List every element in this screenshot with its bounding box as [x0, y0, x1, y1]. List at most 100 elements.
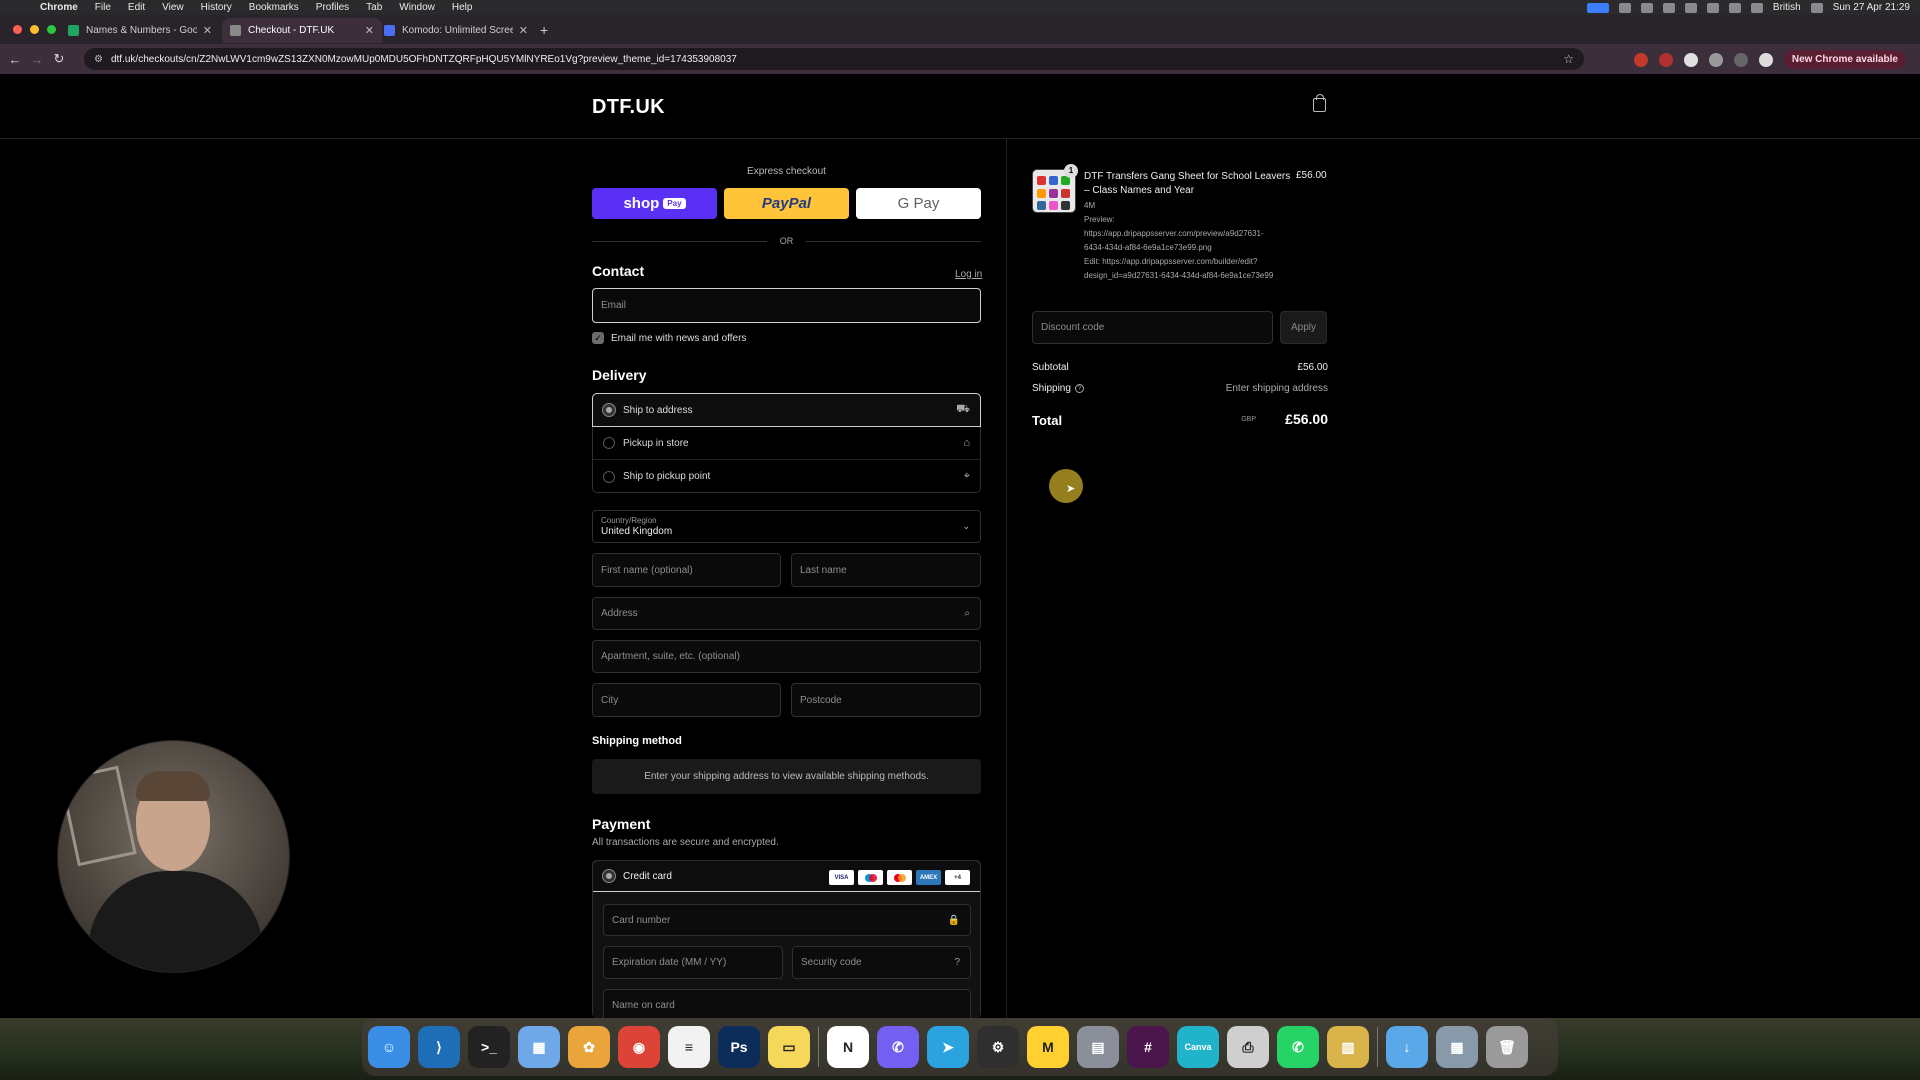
credit-card-option[interactable]: Credit card VISA AMEX +4	[593, 861, 980, 892]
shop-pay-button[interactable]: shop Pay	[592, 188, 717, 219]
minimize-window-icon[interactable]	[30, 25, 39, 34]
google-pay-button[interactable]: G Pay	[856, 188, 981, 219]
site-info-icon[interactable]: ⚙	[94, 54, 103, 65]
radio-unselected[interactable]	[603, 470, 615, 483]
trash-dock-icon[interactable]: 🗑	[1486, 1026, 1528, 1068]
webcam-overlay[interactable]	[57, 740, 290, 973]
last-name-field[interactable]: Last name	[791, 553, 981, 587]
whatsapp-dock-icon[interactable]: ✆	[1277, 1026, 1319, 1068]
telegram-dock-icon[interactable]: ➤	[927, 1026, 969, 1068]
news-checkbox[interactable]: ✓	[592, 332, 604, 344]
tab-checkout[interactable]: Checkout - DTF.UK ✕	[222, 18, 382, 43]
vscode-dock-icon[interactable]: ⟩	[418, 1026, 460, 1068]
menu-bookmarks[interactable]: Bookmarks	[249, 2, 299, 13]
bluetooth-icon[interactable]	[1706, 2, 1719, 13]
address-bar[interactable]: ⚙ dtf.uk/checkouts/cn/Z2NwLWV1cm9wZS13ZX…	[84, 48, 1584, 70]
slack-dock-icon[interactable]: #	[1127, 1026, 1169, 1068]
zoom-window-icon[interactable]	[47, 25, 56, 34]
close-tab-icon[interactable]: ✕	[365, 24, 374, 37]
battery-icon[interactable]	[1750, 2, 1763, 13]
address-field[interactable]: Address ⌕	[592, 597, 981, 630]
postcode-field[interactable]: Postcode	[791, 683, 981, 717]
help-circle-icon[interactable]: ?	[1074, 384, 1084, 393]
photoshop-dock-icon[interactable]: Ps	[718, 1026, 760, 1068]
store-logo[interactable]: DTF.UK	[592, 96, 665, 119]
extension-icon[interactable]	[1633, 52, 1648, 67]
menu-file[interactable]: File	[95, 2, 111, 13]
shopping-bag-icon[interactable]	[1313, 94, 1326, 112]
paypal-button[interactable]: PayPal	[724, 188, 849, 219]
login-link[interactable]: Log in	[955, 269, 982, 280]
menu-edit[interactable]: Edit	[128, 2, 145, 13]
screen-record-icon[interactable]	[1586, 2, 1609, 13]
menu-profiles[interactable]: Profiles	[316, 2, 349, 13]
close-tab-icon[interactable]: ✕	[203, 24, 212, 37]
preview-dock-icon[interactable]: ▤	[1077, 1026, 1119, 1068]
radio-selected[interactable]	[603, 404, 615, 416]
city-field[interactable]: City	[592, 683, 781, 717]
puzzle-icon[interactable]	[1708, 52, 1723, 67]
spotlight-icon[interactable]	[1810, 2, 1823, 13]
menu-extra-icon[interactable]	[1684, 2, 1697, 13]
reload-icon[interactable]: ↻	[48, 51, 70, 67]
apply-discount-button[interactable]: Apply	[1280, 311, 1327, 344]
calendar-app-dock-icon[interactable]: ▦	[518, 1026, 560, 1068]
tab-komodo[interactable]: Komodo: Unlimited Screen Re ✕	[376, 18, 536, 43]
menubar-clock[interactable]: Sun 27 Apr 21:29	[1833, 2, 1910, 13]
menu-tab[interactable]: Tab	[366, 2, 382, 13]
bookmark-star-icon[interactable]: ☆	[1563, 52, 1574, 66]
card-number-field[interactable]: Card number 🔒	[603, 904, 971, 936]
photos-dock-icon[interactable]: ✿	[568, 1026, 610, 1068]
menu-history[interactable]: History	[201, 2, 232, 13]
country-select[interactable]: Country/Region United Kingdom ⌄	[592, 510, 981, 543]
expiry-field[interactable]: Expiration date (MM / YY)	[603, 946, 783, 979]
chrome-dock-icon[interactable]: ◉	[618, 1026, 660, 1068]
tab-names-numbers[interactable]: Names & Numbers - Google S ✕	[60, 18, 220, 43]
extension-icon[interactable]	[1683, 52, 1698, 67]
downloads-folder-dock-icon[interactable]: ↓	[1386, 1026, 1428, 1068]
cloud-icon[interactable]	[1618, 2, 1631, 13]
profile-avatar-icon[interactable]	[1758, 52, 1773, 67]
new-chrome-button[interactable]: New Chrome available	[1783, 50, 1906, 69]
viber-dock-icon[interactable]: ✆	[877, 1026, 919, 1068]
apartment-field[interactable]: Apartment, suite, etc. (optional)	[592, 640, 981, 673]
input-source[interactable]: British	[1773, 2, 1801, 13]
ship-to-address-option[interactable]: Ship to address ⛟	[592, 393, 981, 427]
printer-dock-icon[interactable]: ⎙	[1227, 1026, 1269, 1068]
new-tab-icon[interactable]: +	[540, 22, 548, 38]
wifi-icon[interactable]	[1728, 2, 1741, 13]
ship-to-pickup-point-option[interactable]: Ship to pickup point ⌖	[593, 460, 980, 493]
security-code-field[interactable]: Security code ?	[792, 946, 971, 979]
radio-unselected[interactable]	[603, 437, 615, 449]
media-icon[interactable]	[1733, 52, 1748, 67]
forward-icon[interactable]: →	[26, 52, 48, 67]
miro-dock-icon[interactable]: M	[1027, 1026, 1069, 1068]
reminders-dock-icon[interactable]: ≡	[668, 1026, 710, 1068]
first-name-field[interactable]: First name (optional)	[592, 553, 781, 587]
dropbox-icon[interactable]	[1640, 2, 1653, 13]
screenshots-stack-dock-icon[interactable]: ▦	[1436, 1026, 1478, 1068]
news-offers-row[interactable]: ✓ Email me with news and offers	[592, 332, 746, 344]
close-tab-icon[interactable]: ✕	[519, 24, 528, 37]
canva-dock-icon[interactable]: Canva	[1177, 1026, 1219, 1068]
menu-chrome[interactable]: Chrome	[40, 2, 78, 13]
chatgpt-dock-icon[interactable]: ⚙	[977, 1026, 1019, 1068]
extension-icon[interactable]	[1658, 52, 1673, 67]
email-field[interactable]: Email	[592, 288, 981, 323]
radio-selected[interactable]	[603, 870, 615, 882]
menu-window[interactable]: Window	[399, 2, 435, 13]
back-icon[interactable]: ←	[4, 52, 26, 67]
notes-dock-icon[interactable]: ▭	[768, 1026, 810, 1068]
notion-dock-icon[interactable]: N	[827, 1026, 869, 1068]
pickup-in-store-option[interactable]: Pickup in store ⌂	[593, 427, 980, 460]
menu-help[interactable]: Help	[452, 2, 473, 13]
menu-view[interactable]: View	[162, 2, 184, 13]
archive-dock-icon[interactable]: ▥	[1327, 1026, 1369, 1068]
close-window-icon[interactable]	[13, 25, 22, 34]
terminal-dock-icon[interactable]: >_	[468, 1026, 510, 1068]
name-on-card-field[interactable]: Name on card	[603, 989, 971, 1018]
finder-dock-icon[interactable]: ☺	[368, 1026, 410, 1068]
help-circle-icon[interactable]: ?	[954, 957, 960, 968]
extension-icon[interactable]	[1662, 2, 1675, 13]
discount-code-field[interactable]: Discount code	[1032, 311, 1273, 344]
